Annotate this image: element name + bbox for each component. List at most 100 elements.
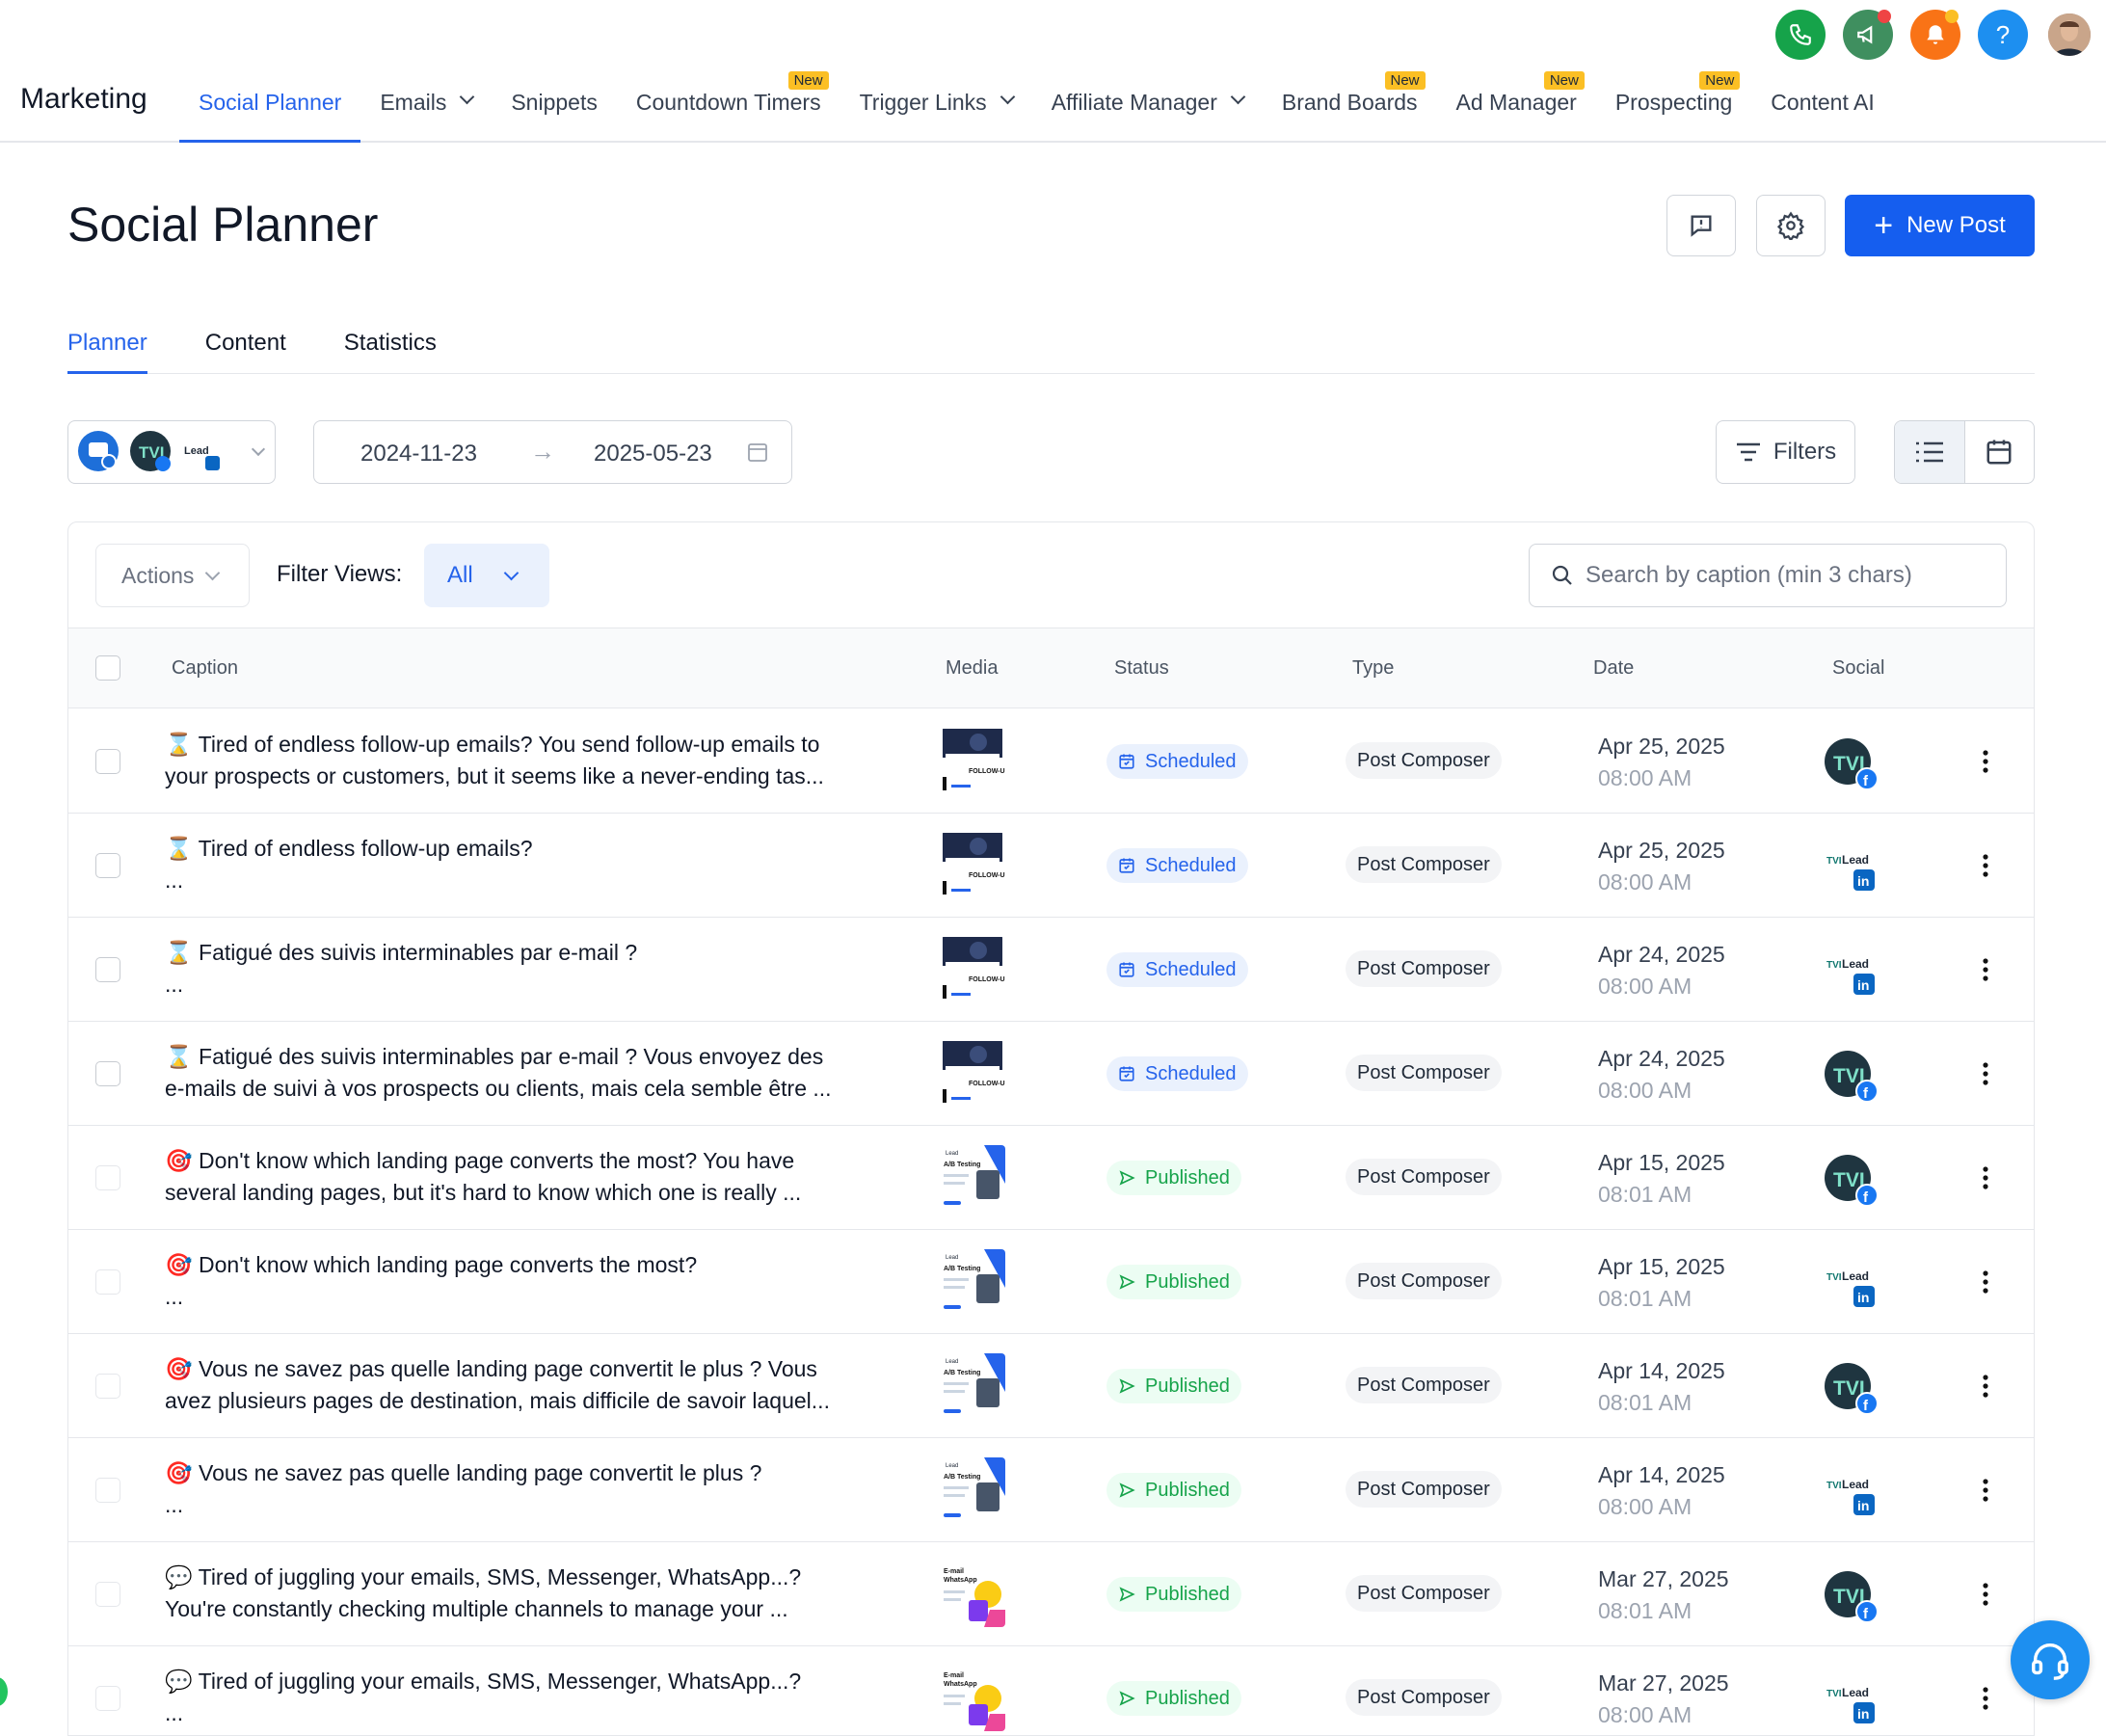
table-row[interactable]: 🎯 Vous ne savez pas quelle landing page … <box>68 1334 2034 1438</box>
row-checkbox[interactable] <box>95 1686 120 1711</box>
bell-icon[interactable] <box>1910 10 1960 60</box>
caption-emoji: 🎯 <box>165 1148 193 1173</box>
media-thumbnail[interactable]: Lead A/B Testing <box>940 1353 1005 1419</box>
column-header-caption[interactable]: Caption <box>172 657 238 680</box>
caption-cell[interactable]: 🎯 Vous ne savez pas quelle landing page … <box>165 1353 917 1417</box>
row-checkbox[interactable] <box>95 1165 120 1190</box>
post-time: 08:00 AM <box>1598 869 1693 895</box>
calendar-view-button[interactable] <box>1965 421 2035 483</box>
row-checkbox[interactable] <box>95 1061 120 1086</box>
nav-item[interactable]: Snippets <box>492 73 617 143</box>
nav-item[interactable]: Content AI <box>1751 73 1893 143</box>
nav-item[interactable]: Social Planner <box>179 73 361 143</box>
nav-item[interactable]: Countdown Timers New <box>617 71 840 143</box>
svg-text:in: in <box>1857 873 1869 889</box>
caption-cell[interactable]: ⌛ Tired of endless follow-up emails?... <box>165 833 917 896</box>
caption-cell[interactable]: 🎯 Don't know which landing page converts… <box>165 1145 917 1209</box>
table-row[interactable]: ⌛ Tired of endless follow-up emails?... F… <box>68 814 2034 918</box>
row-checkbox[interactable] <box>95 957 120 982</box>
row-checkbox[interactable] <box>95 1582 120 1607</box>
caption-cell[interactable]: 🎯 Vous ne savez pas quelle landing page … <box>165 1457 917 1521</box>
caption-cell[interactable]: ⌛ Tired of endless follow-up emails? You… <box>165 729 917 792</box>
filter-views-select[interactable]: All <box>424 544 549 607</box>
status-badge: Published <box>1106 1577 1241 1612</box>
type-badge: Post Composer <box>1346 1575 1502 1612</box>
tab-content[interactable]: Content <box>205 318 286 374</box>
feedback-button[interactable] <box>1666 195 1736 256</box>
media-thumbnail[interactable]: E-mail WhatsApp <box>940 1666 1005 1731</box>
media-thumbnail[interactable]: FOLLOW-UP <box>940 833 1005 898</box>
new-post-button[interactable]: + New Post <box>1845 195 2035 256</box>
status-badge: Published <box>1106 1161 1241 1195</box>
filters-button[interactable]: Filters <box>1716 420 1855 484</box>
phone-icon[interactable] <box>1775 10 1826 60</box>
calendar-icon <box>1119 754 1134 769</box>
more-options-icon[interactable] <box>1983 1583 1988 1606</box>
select-all-checkbox[interactable] <box>95 655 120 681</box>
more-options-icon[interactable] <box>1983 1479 1988 1502</box>
media-thumbnail[interactable]: Lead A/B Testing <box>940 1145 1005 1211</box>
date-range-picker[interactable]: 2024-11-23 → 2025-05-23 <box>313 420 792 484</box>
status-label: Scheduled <box>1145 750 1237 772</box>
nav-item[interactable]: Prospecting New <box>1596 71 1751 143</box>
caption-cell[interactable]: 💬 Tired of juggling your emails, SMS, Me… <box>165 1562 917 1625</box>
column-header-status[interactable]: Status <box>1114 657 1169 680</box>
account-selector[interactable]: TVI Lead <box>67 420 276 484</box>
more-options-icon[interactable] <box>1983 1375 1988 1398</box>
more-options-icon[interactable] <box>1983 1062 1988 1085</box>
row-checkbox[interactable] <box>95 853 120 878</box>
more-options-icon[interactable] <box>1983 1166 1988 1189</box>
table-row[interactable]: ⌛ Fatigué des suivis interminables par e… <box>68 1022 2034 1126</box>
type-badge: Post Composer <box>1346 1159 1502 1195</box>
caption-line1: Fatigué des suivis interminables par e-m… <box>199 1044 824 1069</box>
nav-item[interactable]: Affiliate Manager <box>1032 73 1263 143</box>
help-icon[interactable]: ? <box>1978 10 2028 60</box>
media-thumbnail[interactable]: Lead A/B Testing <box>940 1249 1005 1315</box>
settings-button[interactable] <box>1756 195 1826 256</box>
table-row[interactable]: 💬 Tired of juggling your emails, SMS, Me… <box>68 1542 2034 1646</box>
media-thumbnail[interactable]: FOLLOW-UP <box>940 937 1005 1002</box>
caption-cell[interactable]: ⌛ Fatigué des suivis interminables par e… <box>165 1041 917 1105</box>
media-thumbnail[interactable]: FOLLOW-UP <box>940 729 1005 794</box>
row-checkbox[interactable] <box>95 1478 120 1503</box>
tab-statistics[interactable]: Statistics <box>344 318 437 374</box>
megaphone-icon[interactable] <box>1843 10 1893 60</box>
column-header-media[interactable]: Media <box>946 657 998 680</box>
more-options-icon[interactable] <box>1983 854 1988 877</box>
table-row[interactable]: 🎯 Don't know which landing page converts… <box>68 1230 2034 1334</box>
support-chat-button[interactable] <box>2011 1620 2090 1699</box>
status-badge: Published <box>1106 1681 1241 1716</box>
list-view-button[interactable] <box>1895 421 1965 483</box>
row-checkbox[interactable] <box>95 1269 120 1295</box>
table-row[interactable]: 🎯 Don't know which landing page converts… <box>68 1126 2034 1230</box>
table-row[interactable]: ⌛ Fatigué des suivis interminables par e… <box>68 918 2034 1022</box>
caption-cell[interactable]: 💬 Tired of juggling your emails, SMS, Me… <box>165 1666 917 1729</box>
nav-item[interactable]: Ad Manager New <box>1437 71 1596 143</box>
table-row[interactable]: ⌛ Tired of endless follow-up emails? You… <box>68 709 2034 814</box>
actions-dropdown[interactable]: Actions <box>95 544 250 607</box>
more-options-icon[interactable] <box>1983 1687 1988 1710</box>
table-row[interactable]: 💬 Tired of juggling your emails, SMS, Me… <box>68 1646 2034 1735</box>
row-checkbox[interactable] <box>95 1374 120 1399</box>
caption-cell[interactable]: ⌛ Fatigué des suivis interminables par e… <box>165 937 917 1001</box>
nav-item[interactable]: Emails <box>360 73 492 143</box>
row-checkbox[interactable] <box>95 749 120 774</box>
more-options-icon[interactable] <box>1983 1270 1988 1294</box>
caption-cell[interactable]: 🎯 Don't know which landing page converts… <box>165 1249 917 1313</box>
column-header-date[interactable]: Date <box>1593 657 1634 680</box>
svg-text:TVI: TVI <box>1826 1481 1842 1491</box>
table-row[interactable]: 🎯 Vous ne savez pas quelle landing page … <box>68 1438 2034 1542</box>
nav-item[interactable]: Trigger Links <box>840 73 1032 143</box>
column-header-type[interactable]: Type <box>1352 657 1394 680</box>
search-input[interactable]: Search by caption (min 3 chars) <box>1529 544 2007 607</box>
media-thumbnail[interactable]: FOLLOW-UP <box>940 1041 1005 1107</box>
avatar[interactable] <box>2048 13 2091 56</box>
more-options-icon[interactable] <box>1983 750 1988 773</box>
more-options-icon[interactable] <box>1983 958 1988 981</box>
nav-item[interactable]: Brand Boards New <box>1263 71 1437 143</box>
tab-planner[interactable]: Planner <box>67 318 147 374</box>
media-thumbnail[interactable]: E-mail WhatsApp <box>940 1562 1005 1627</box>
media-thumbnail[interactable]: Lead A/B Testing <box>940 1457 1005 1523</box>
post-date: Apr 14, 2025 <box>1598 1358 1725 1383</box>
column-header-social[interactable]: Social <box>1832 657 1884 680</box>
